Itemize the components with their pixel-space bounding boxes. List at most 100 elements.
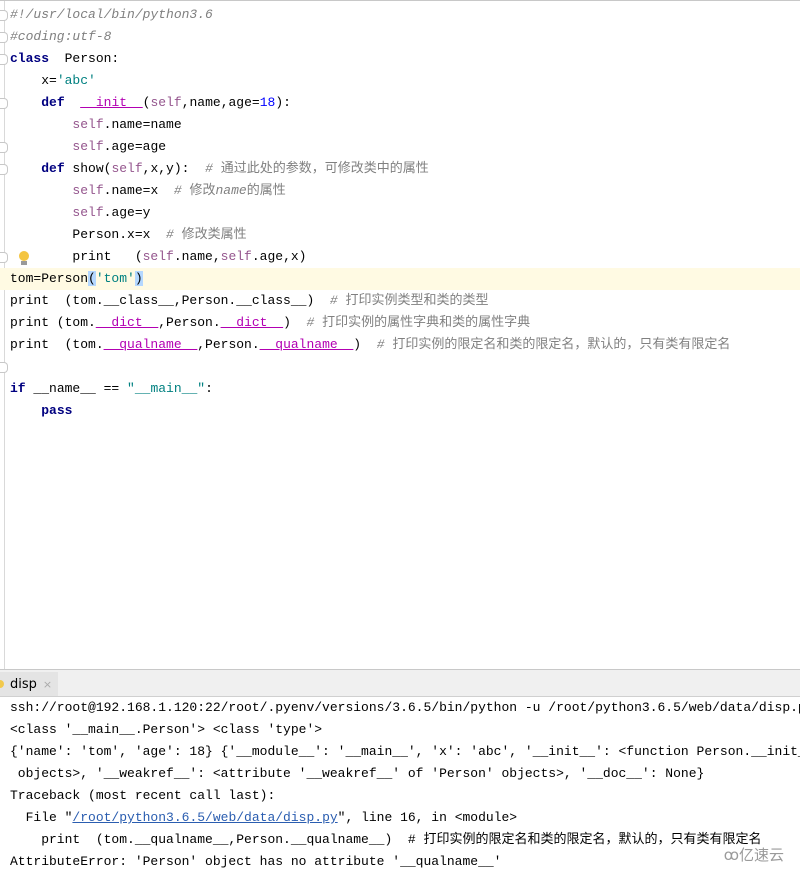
run-tab-disp[interactable]: disp × <box>0 672 58 696</box>
console-line: {'name': 'tom', 'age': 18} {'__module__'… <box>10 741 800 763</box>
code-token: 18 <box>259 95 276 110</box>
code-token: class <box>10 51 50 66</box>
code-token: ,x,y): <box>142 161 206 176</box>
code-line[interactable]: #!/usr/local/bin/python3.6 <box>10 4 213 26</box>
code-line[interactable]: x='abc' <box>10 70 96 92</box>
code-line[interactable]: print (tom.__dict__,Person.__dict__) # 打… <box>10 312 530 334</box>
console-text: File " <box>10 810 73 825</box>
code-line[interactable]: if __name__ == "__main__": <box>10 378 213 400</box>
code-token: __name__ == <box>25 381 128 396</box>
code-editor[interactable]: #!/usr/local/bin/python3.6 #coding:utf-8 c… <box>0 0 800 671</box>
fold-marker-icon[interactable] <box>0 164 8 175</box>
code-token: __init__ <box>80 95 143 110</box>
code-line[interactable]: self.name=name <box>10 114 181 136</box>
console-line: AttributeError: 'Person' object has no a… <box>10 851 501 873</box>
code-token: print (tom.__class__,Person.__class__) <box>10 293 330 308</box>
code-token: .name=x <box>103 183 174 198</box>
code-line[interactable]: print (tom.__qualname__,Person.__qualnam… <box>10 334 730 356</box>
code-token: 打印实例的限定名和类的限定名，默认的，只有类有限定名 <box>392 337 731 352</box>
code-token: Person.x=x <box>10 227 167 242</box>
code-token: if <box>10 381 26 396</box>
code-token: .age,x) <box>251 249 307 264</box>
watermark-logo-icon: ꝏ <box>723 845 739 864</box>
console-text: ", line 16, in <module> <box>337 810 518 825</box>
fold-marker-icon[interactable] <box>0 54 8 65</box>
code-line[interactable]: Person.x=x # 修改类属性 <box>10 224 247 246</box>
code-token: 修改 <box>189 183 216 198</box>
run-console[interactable]: ssh://root@192.168.1.120:22/root/.pyenv/… <box>0 697 800 869</box>
watermark-text: 亿速云 <box>738 846 784 864</box>
lightbulb-icon[interactable] <box>18 251 30 267</box>
code-line[interactable]: def __init__(self,name,age=18): <box>10 92 291 114</box>
fold-marker-icon[interactable] <box>0 98 8 109</box>
code-line[interactable]: class Person: <box>10 48 119 70</box>
console-text: objects>, '__weakref__': <attribute '__w… <box>10 766 705 781</box>
fold-marker-icon[interactable] <box>0 10 8 21</box>
code-line[interactable]: pass <box>10 400 72 422</box>
run-config-icon <box>0 680 4 688</box>
code-token: tom=Person <box>10 271 89 286</box>
code-line[interactable]: self.age=y <box>10 202 150 224</box>
code-token: self <box>220 249 252 264</box>
code-token: ) <box>353 337 377 352</box>
code-token: 'tom' <box>95 271 135 286</box>
console-line: <class '__main__.Person'> <class 'type'> <box>10 719 322 741</box>
code-token: # <box>173 183 190 198</box>
code-token: 打印实例的属性字典和类的属性字典 <box>322 315 531 330</box>
code-token: print (tom. <box>10 315 96 330</box>
code-token: #coding:utf-8 <box>10 29 112 44</box>
fold-marker-icon[interactable] <box>0 362 8 373</box>
fold-marker-icon[interactable] <box>0 252 8 263</box>
code-token: self <box>111 161 143 176</box>
console-text: AttributeError: 'Person' object has no a… <box>10 854 502 869</box>
console-text: {'name': 'tom', 'age': 18} {'__module__'… <box>10 744 800 759</box>
code-token: self <box>150 95 182 110</box>
code-line[interactable]: def show(self,x,y): # 通过此处的参数，可修改类中的属性 <box>10 158 428 180</box>
fold-marker-icon[interactable] <box>0 142 8 153</box>
code-token: 'abc' <box>56 73 96 88</box>
code-token: # <box>205 161 221 176</box>
code-token: .name, <box>173 249 221 264</box>
code-token: print (tom. <box>10 337 104 352</box>
code-token: x= <box>10 73 57 88</box>
code-line[interactable]: self.age=age <box>10 136 166 158</box>
code-token: # <box>376 337 393 352</box>
console-line: print (tom.__qualname__,Person.__qualnam… <box>10 829 761 851</box>
fold-marker-icon[interactable] <box>0 32 8 43</box>
code-token: pass <box>41 403 73 418</box>
console-line: ssh://root@192.168.1.120:22/root/.pyenv/… <box>10 697 800 719</box>
close-icon[interactable]: × <box>43 678 52 691</box>
code-line[interactable]: self.name=x # 修改name的属性 <box>10 180 286 202</box>
code-token: 的属性 <box>246 183 286 198</box>
console-text: Traceback (most recent call last): <box>10 788 276 803</box>
watermark: ꝏ 亿速云 <box>724 844 784 865</box>
code-token: 修改类属性 <box>181 227 247 242</box>
code-token: 打印实例类型和类的类型 <box>345 293 489 308</box>
code-line[interactable]: tom=Person('tom') <box>0 268 800 290</box>
code-token: def <box>41 95 65 110</box>
run-tool-window-tabbar: disp × <box>0 670 800 697</box>
code-token: self <box>72 117 104 132</box>
code-line[interactable]: #coding:utf-8 <box>10 26 111 48</box>
code-token: ( <box>88 271 96 286</box>
code-line[interactable]: print (tom.__class__,Person.__class__) #… <box>10 290 488 312</box>
code-token: .age=age <box>103 139 167 154</box>
code-token: Person: <box>49 51 120 66</box>
code-token: # <box>329 293 346 308</box>
code-token: ,Person. <box>158 315 221 330</box>
code-token: def <box>41 161 65 176</box>
console-line: objects>, '__weakref__': <attribute '__w… <box>10 763 705 785</box>
code-token: ,name,age= <box>181 95 260 110</box>
console-text: 打印实例的限定名和类的限定名，默认的，只有类有限定名 <box>423 832 762 847</box>
file-link[interactable]: /root/python3.6.5/web/data/disp.py <box>72 810 337 825</box>
code-token: __dict__ <box>220 315 284 330</box>
code-token: ) <box>134 271 143 286</box>
code-line[interactable]: print (self.name,self.age,x) <box>10 246 306 268</box>
code-token: " <box>127 381 135 396</box>
run-tab-label: disp <box>10 676 37 692</box>
